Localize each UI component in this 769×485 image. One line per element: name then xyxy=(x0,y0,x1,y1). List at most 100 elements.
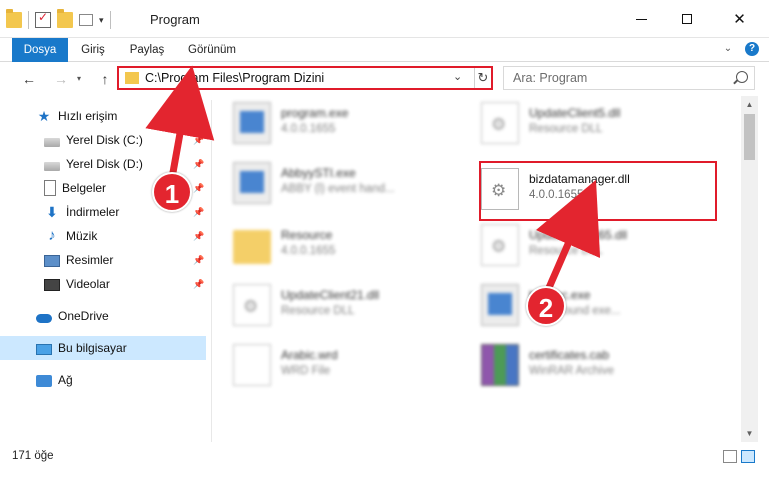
navigation-pane: ★ Hızlı erişim Yerel Disk (C:) 📌 Yerel D… xyxy=(0,100,212,442)
tab-home[interactable]: Giriş xyxy=(68,38,118,62)
sidebar-item-local-disk-c[interactable]: Yerel Disk (C:) 📌 xyxy=(0,128,206,152)
search-icon xyxy=(736,71,748,83)
pictures-icon xyxy=(44,255,60,267)
downloads-icon: ⬇ xyxy=(46,204,58,220)
sidebar-item-label: Videolar xyxy=(66,277,110,291)
scroll-up-icon[interactable]: ▲ xyxy=(741,96,758,113)
close-button[interactable]: ✕ xyxy=(710,0,769,38)
file-item[interactable]: certificates.cab WinRAR Archive xyxy=(461,338,701,392)
maximize-button[interactable] xyxy=(664,0,710,38)
sidebar-item-videos[interactable]: Videolar 📌 xyxy=(0,272,206,296)
network-icon xyxy=(36,375,52,387)
status-bar: 171 öğe xyxy=(0,442,769,485)
sidebar-item-label: Ağ xyxy=(58,373,73,387)
sidebar-item-label: Yerel Disk (D:) xyxy=(66,157,143,171)
file-type: WRD File xyxy=(281,365,331,377)
file-name: AbbyySTI.exe xyxy=(281,166,356,180)
pin-icon: 📌 xyxy=(193,254,205,265)
customize-qat-icon[interactable] xyxy=(79,14,93,26)
folder-icon xyxy=(233,230,271,264)
file-name: UpdateClient21.dll xyxy=(281,288,380,302)
forward-button[interactable]: → xyxy=(50,69,72,89)
new-folder-icon[interactable] xyxy=(57,9,73,28)
sidebar-item-label: İndirmeler xyxy=(66,205,120,219)
vertical-scrollbar[interactable]: ▲ ▼ xyxy=(741,96,758,442)
tab-file[interactable]: Dosya xyxy=(12,38,68,62)
file-version: 4.0.0.1655 xyxy=(281,245,336,257)
folder-icon xyxy=(125,72,139,84)
tab-share[interactable]: Paylaş xyxy=(118,38,176,62)
quick-access-toolbar: ▾ xyxy=(6,9,111,30)
sidebar-item-network[interactable]: Ağ xyxy=(0,368,206,392)
sidebar-item-label: Resimler xyxy=(66,253,114,267)
dll-file-icon xyxy=(481,224,519,266)
dll-file-icon xyxy=(233,284,271,326)
expand-ribbon-icon[interactable]: ⌄ xyxy=(721,42,735,56)
onedrive-cloud-icon xyxy=(36,314,52,323)
refresh-button[interactable]: ↻ xyxy=(474,68,491,88)
file-type: Resource DLL xyxy=(281,305,355,317)
properties-icon[interactable] xyxy=(35,10,51,28)
file-item[interactable]: UpdateClient21.dll Resource DLL xyxy=(213,278,453,332)
file-type: Resource DLL xyxy=(529,123,603,135)
file-version: 4.0.0.1655 xyxy=(281,123,336,135)
file-item[interactable]: program.exe 4.0.0.1655 xyxy=(213,96,453,150)
pin-icon: 📌 xyxy=(193,278,205,289)
sidebar-item-label: OneDrive xyxy=(58,309,109,323)
file-item[interactable]: UpdateClient65.dll Resource DLL xyxy=(461,218,701,272)
address-bar[interactable]: C:\Program Files\Program Dizini ⌄ ↻ xyxy=(117,66,493,90)
search-input[interactable]: Ara: Program xyxy=(503,66,755,90)
address-path[interactable]: C:\Program Files\Program Dizini xyxy=(145,71,324,85)
address-dropdown-icon[interactable]: ⌄ xyxy=(453,70,462,83)
window-title: Program xyxy=(150,12,200,27)
back-button[interactable]: ← xyxy=(18,69,40,89)
close-icon: ✕ xyxy=(733,11,746,28)
help-icon[interactable]: ? xyxy=(745,42,759,56)
file-name: certificates.cab xyxy=(529,348,610,362)
sidebar-item-label: Bu bilgisayar xyxy=(58,341,127,355)
sidebar-item-this-pc[interactable]: Bu bilgisayar xyxy=(0,336,206,360)
disk-icon xyxy=(44,137,60,147)
sidebar-item-music[interactable]: ♪ Müzik 📌 xyxy=(0,224,206,248)
sidebar-item-label: Belgeler xyxy=(62,181,107,195)
folder-icon xyxy=(6,9,22,28)
pin-icon: 📌 xyxy=(193,134,205,145)
scroll-down-icon[interactable]: ▼ xyxy=(741,425,758,442)
divider xyxy=(28,11,29,29)
sidebar-item-label: Müzik xyxy=(66,229,98,243)
file-type: Resource DLL xyxy=(529,245,603,257)
minimize-icon xyxy=(635,18,647,20)
file-item[interactable]: Arabic.wrd WRD File xyxy=(213,338,453,392)
sidebar-item-pictures[interactable]: Resimler 📌 xyxy=(0,248,206,272)
computer-icon xyxy=(36,343,52,355)
exe-file-icon xyxy=(481,284,519,326)
step-2-badge: 2 xyxy=(526,286,566,326)
tiles-view-icon[interactable] xyxy=(741,450,755,463)
file-description: ABBY (l) event hand... xyxy=(281,183,395,195)
search-placeholder: Ara: Program xyxy=(513,71,588,85)
step-1-badge: 1 xyxy=(152,172,192,212)
highlight-box-dll xyxy=(479,161,717,221)
recent-locations-icon[interactable]: ▾ xyxy=(72,69,86,89)
up-button[interactable]: ↑ xyxy=(94,69,116,89)
sidebar-item-onedrive[interactable]: OneDrive xyxy=(0,304,206,328)
winrar-archive-icon xyxy=(481,344,519,386)
title-bar: ▾ Program ✕ xyxy=(0,0,769,38)
file-item[interactable]: bgexec.exe background exe... xyxy=(461,278,701,332)
details-view-icon[interactable] xyxy=(723,450,737,463)
qat-dropdown-icon[interactable]: ▾ xyxy=(99,15,104,26)
pin-icon: 📌 xyxy=(193,206,205,217)
minimize-button[interactable] xyxy=(618,0,664,38)
scrollbar-thumb[interactable] xyxy=(744,114,755,160)
sidebar-item-quick-access[interactable]: ★ Hızlı erişim xyxy=(0,104,206,128)
sidebar-item-label: Hızlı erişim xyxy=(58,109,118,123)
file-type: WinRAR Archive xyxy=(529,365,614,377)
pin-icon: 📌 xyxy=(193,182,205,193)
file-item[interactable]: AbbyySTI.exe ABBY (l) event hand... xyxy=(213,156,453,210)
file-name: program.exe xyxy=(281,106,349,120)
file-item[interactable]: Resource 4.0.0.1655 xyxy=(213,218,453,272)
file-item[interactable]: UpdateClient5.dll Resource DLL xyxy=(461,96,701,150)
tab-view[interactable]: Görünüm xyxy=(176,38,248,62)
file-name: Resource xyxy=(281,228,333,242)
dll-file-icon xyxy=(481,102,519,144)
